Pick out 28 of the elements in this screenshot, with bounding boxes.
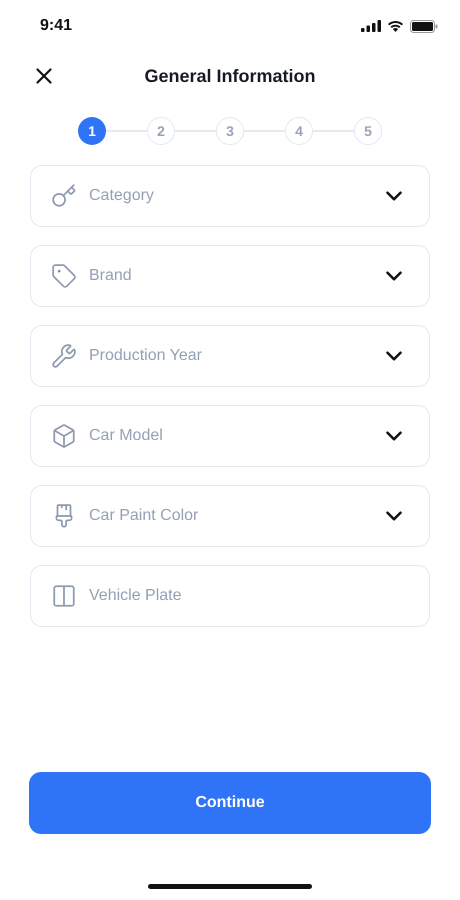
columns-icon: [51, 583, 77, 609]
field-input[interactable]: Category: [89, 187, 369, 205]
field-input[interactable]: Car Model: [89, 427, 369, 445]
cube-icon: [51, 423, 77, 449]
dropdown-field[interactable]: Category: [30, 165, 430, 227]
status-time: 9:41: [40, 17, 72, 35]
dropdown-field[interactable]: Brand: [30, 245, 430, 307]
tag-icon: [51, 263, 77, 289]
field-input[interactable]: Production Year: [89, 347, 369, 365]
key-icon: [51, 183, 77, 209]
step-indicator[interactable]: 1: [78, 117, 106, 145]
dropdown-field[interactable]: Car Model: [30, 405, 430, 467]
step-indicator[interactable]: 2: [147, 117, 175, 145]
continue-button[interactable]: Continue: [29, 772, 431, 834]
input-field[interactable]: Vehicle Plate: [30, 565, 430, 627]
dropdown-field[interactable]: Car Paint Color: [30, 485, 430, 547]
dropdown-field[interactable]: Production Year: [30, 325, 430, 387]
field-input[interactable]: Brand: [89, 267, 369, 285]
step-indicator[interactable]: 4: [285, 117, 313, 145]
field-input[interactable]: Car Paint Color: [89, 507, 369, 525]
signal-icon: [361, 20, 381, 32]
wrench-icon: [51, 343, 77, 369]
step-indicator[interactable]: 5: [354, 117, 382, 145]
step-indicator[interactable]: 3: [216, 117, 244, 145]
field-input[interactable]: Vehicle Plate: [89, 587, 407, 605]
screen-title: General Information: [144, 66, 316, 86]
wifi-icon: [387, 20, 404, 32]
battery-icon: [410, 20, 438, 32]
